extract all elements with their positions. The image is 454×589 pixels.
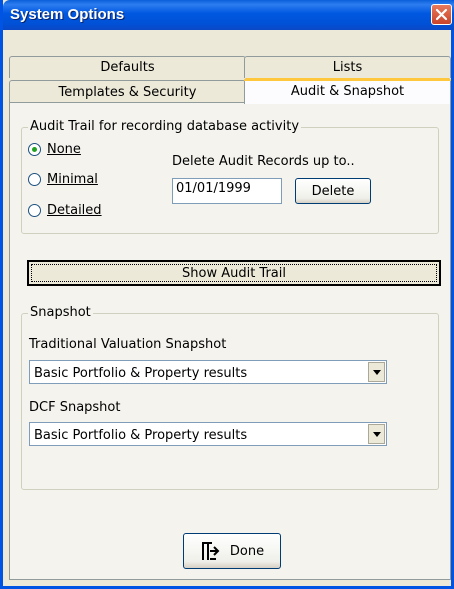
radio-none-button[interactable] [28, 143, 41, 156]
tab-panel-audit-snapshot: Audit Trail for recording database activ… [9, 102, 451, 580]
snapshot-group: Snapshot Traditional Valuation Snapshot … [21, 305, 439, 490]
close-icon [435, 8, 448, 21]
tab-defaults-label: Defaults [100, 60, 155, 75]
system-options-window: System Options Defaults Lists Templates … [0, 0, 454, 589]
delete-date-input[interactable]: 01/01/1999 [172, 178, 282, 204]
radio-minimal[interactable]: Minimal [28, 172, 98, 187]
chevron-down-icon [373, 432, 381, 437]
radio-none[interactable]: None [28, 142, 81, 157]
dcf-snapshot-label: DCF Snapshot [29, 400, 121, 415]
delete-date-value: 01/01/1999 [176, 181, 251, 196]
chevron-down-icon [373, 370, 381, 375]
tab-lists[interactable]: Lists [244, 56, 451, 78]
window-title: System Options [10, 6, 125, 23]
dcf-snapshot-select[interactable]: Basic Portfolio & Property results [29, 422, 387, 446]
radio-none-label: None [47, 142, 81, 157]
traditional-snapshot-value: Basic Portfolio & Property results [34, 366, 248, 381]
delete-button[interactable]: Delete [295, 178, 371, 204]
audit-trail-group-label: Audit Trail for recording database activ… [28, 119, 302, 134]
radio-detailed[interactable]: Detailed [28, 203, 102, 218]
done-button-label: Done [229, 543, 265, 559]
tab-defaults[interactable]: Defaults [9, 56, 246, 78]
radio-minimal-button[interactable] [28, 173, 41, 186]
dcf-snapshot-dropdown[interactable] [368, 424, 385, 444]
radio-detailed-button[interactable] [28, 204, 41, 217]
show-audit-trail-button[interactable]: Show Audit Trail [27, 260, 441, 286]
radio-detailed-label: Detailed [47, 203, 102, 218]
tab-audit-snapshot-label: Audit & Snapshot [290, 84, 405, 99]
tab-templates-security-label: Templates & Security [58, 85, 197, 100]
traditional-snapshot-dropdown[interactable] [368, 362, 385, 382]
dcf-snapshot-value: Basic Portfolio & Property results [34, 428, 248, 443]
title-bar[interactable]: System Options [3, 0, 454, 30]
delete-button-label: Delete [311, 183, 355, 199]
tab-lists-label: Lists [332, 60, 363, 75]
tab-templates-security[interactable]: Templates & Security [9, 80, 246, 103]
done-button[interactable]: Done [183, 533, 281, 569]
exit-door-icon [201, 542, 220, 560]
radio-minimal-label: Minimal [47, 172, 98, 187]
snapshot-group-label: Snapshot [28, 305, 93, 320]
traditional-snapshot-label: Traditional Valuation Snapshot [29, 337, 227, 352]
tab-audit-snapshot[interactable]: Audit & Snapshot [244, 78, 451, 104]
focus-rectangle [31, 264, 437, 282]
close-button[interactable] [431, 4, 452, 25]
delete-audit-label: Delete Audit Records up to.. [172, 154, 355, 169]
audit-trail-group: Audit Trail for recording database activ… [21, 119, 439, 234]
traditional-snapshot-select[interactable]: Basic Portfolio & Property results [29, 360, 387, 384]
